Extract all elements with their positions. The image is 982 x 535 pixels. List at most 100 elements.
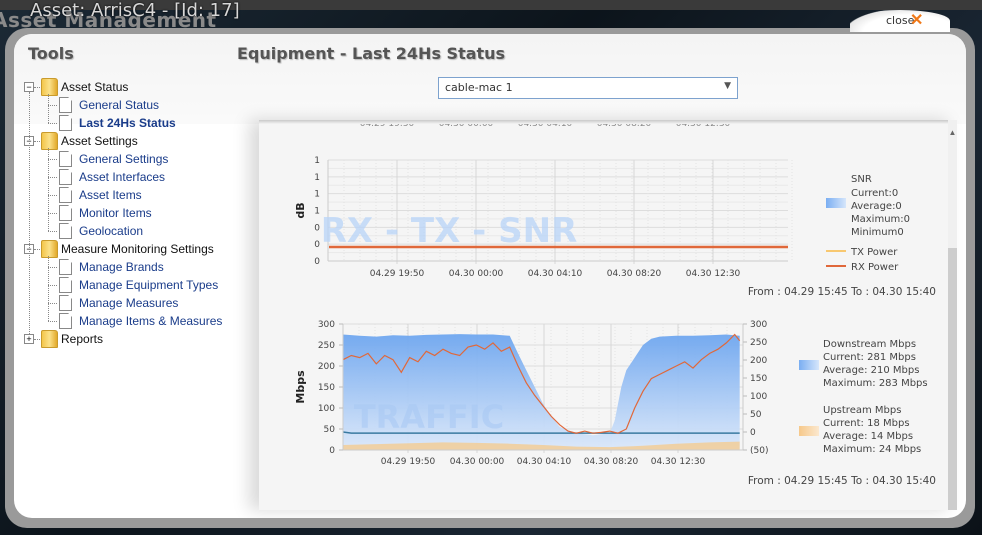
tree-item-label: Asset Items (79, 188, 142, 202)
tree-node-measure-monitoring-settings[interactable]: − Measure Monitoring Settings (24, 240, 244, 258)
tree-item-asset-items[interactable]: Asset Items (24, 186, 244, 204)
upstream-legend-swatch (799, 426, 819, 436)
chart2-right-tick-label: 0 (750, 428, 756, 438)
tree-connector (48, 267, 57, 268)
tree-item-label: Manage Brands (79, 260, 164, 274)
tree-item-general-status[interactable]: General Status (24, 96, 244, 114)
chart1-y-tick-label: 1 (314, 190, 320, 200)
document-icon (59, 313, 72, 329)
snr-legend-minimum: Minimum0 (851, 227, 904, 238)
chart2-x-tick-label: 04.30 04:10 (517, 457, 572, 467)
document-icon (59, 205, 72, 221)
scroll-thumb[interactable] (948, 248, 957, 510)
downstream-legend-maximum: Maximum: 283 Mbps (823, 378, 928, 389)
tree-item-manage-measures[interactable]: Manage Measures (24, 294, 244, 312)
chart2-x-tick-label: 04.30 08:20 (584, 457, 639, 467)
document-icon (59, 151, 72, 167)
document-icon (59, 115, 72, 131)
chart2-right-tick-label: 50 (750, 410, 762, 420)
chart2-right-tick-label: 100 (750, 392, 767, 402)
tree-item-last-24hs-status[interactable]: Last 24Hs Status (24, 114, 244, 132)
document-icon (59, 187, 72, 203)
chart2-left-tick-label: 50 (324, 425, 336, 435)
tree-node-label: Asset Settings (61, 134, 138, 148)
tree-item-manage-brands[interactable]: Manage Brands (24, 258, 244, 276)
chart2-right-tick-label: 150 (750, 374, 767, 384)
tree-connector (48, 195, 57, 196)
chart1-y-axis-title: dB (294, 202, 307, 218)
chart2-left-tick-label: 300 (318, 320, 335, 330)
chart2-right-tick-label: (50) (750, 446, 768, 456)
chart2-left-tick-label: 150 (318, 383, 335, 393)
tree-connector (48, 321, 57, 322)
chart2-right-tick-label: 300 (750, 320, 767, 330)
tree-node-reports[interactable]: + Reports (24, 330, 244, 348)
close-button[interactable]: close ✕ (850, 10, 950, 32)
chart2-x-tick-label: 04.30 00:00 (450, 457, 505, 467)
upstream-legend-average: Average: 14 Mbps (823, 431, 913, 442)
rx-power-legend-label: RX Power (851, 262, 899, 273)
window-title: Asset: ArrisC4 - [Id: 17] (30, 0, 240, 21)
tree-item-asset-interfaces[interactable]: Asset Interfaces (24, 168, 244, 186)
chart1-y-tick-label: 1 (314, 173, 320, 183)
upstream-legend-maximum: Maximum: 24 Mbps (823, 444, 921, 455)
folder-icon (41, 330, 58, 348)
chart2-left-tick-label: 100 (318, 404, 335, 414)
downstream-legend-swatch (799, 360, 819, 370)
tree-item-label: Manage Measures (79, 296, 179, 310)
expand-plus-icon[interactable]: + (24, 334, 34, 344)
tree-item-geolocation[interactable]: Geolocation (24, 222, 244, 240)
document-icon (59, 97, 72, 113)
tree-item-label: Last 24Hs Status (79, 116, 176, 130)
tree-connector (34, 339, 40, 340)
chart2-right-tick-label: 250 (750, 338, 767, 348)
chart1-x-tick-label: 04.30 08:20 (607, 269, 662, 279)
tree-node-asset-settings[interactable]: − Asset Settings (24, 132, 244, 150)
tree-connector (48, 123, 57, 124)
tools-title: Tools (28, 44, 74, 63)
interface-select[interactable]: cable-mac 1 ▼ (438, 77, 738, 99)
vertical-scrollbar[interactable]: ▲ (948, 120, 957, 510)
upstream-legend-current: Current: 18 Mbps (823, 418, 910, 429)
chart1-y-tick-label: 0 (314, 240, 320, 250)
tree-item-manage-equipment-types[interactable]: Manage Equipment Types (24, 276, 244, 294)
tree-item-manage-items-measures[interactable]: Manage Items & Measures (24, 312, 244, 330)
tree-connector (48, 105, 57, 106)
chart2-x-tick-label: 04.30 12:30 (651, 457, 706, 467)
chart1-y-tick-label: 0 (314, 223, 320, 233)
close-x-icon: ✕ (910, 12, 924, 29)
tree-node-label: Reports (61, 332, 104, 346)
scroll-up-arrow-icon[interactable]: ▲ (948, 128, 957, 137)
chart2-left-tick-label: 250 (318, 341, 335, 351)
chart2-x-tick-label: 04.29 19:50 (381, 457, 436, 467)
downstream-legend-average: Average: 210 Mbps (823, 365, 919, 376)
snr-legend-maximum: Maximum:0 (851, 214, 910, 225)
tree-item-label: Monitor Items (79, 206, 152, 220)
tree-connector (48, 303, 57, 304)
tree-connector (48, 159, 57, 160)
chart2-right-tick-label: 200 (750, 356, 767, 366)
chart1-y-tick-label: 1 (314, 207, 320, 217)
snr-legend-title: SNR (851, 174, 872, 185)
tree-item-label: General Status (79, 98, 160, 112)
collapse-minus-icon[interactable]: − (24, 82, 34, 92)
tree-item-general-settings[interactable]: General Settings (24, 150, 244, 168)
chevron-down-icon: ▼ (724, 81, 731, 91)
tree-node-asset-status[interactable]: − Asset Status (24, 78, 244, 96)
tree-connector (48, 213, 57, 214)
tree-item-label: Manage Equipment Types (79, 278, 219, 292)
downstream-legend-title: Downstream Mbps (823, 339, 916, 350)
chart1-x-tick-label: 04.30 00:00 (449, 269, 504, 279)
tree-item-label: Asset Interfaces (79, 170, 166, 184)
tree-connector (48, 231, 57, 232)
content-title: Equipment - Last 24Hs Status (237, 44, 506, 63)
charts-svg: 04.29 19:50 04.30 00:00 04.30 04:10 04.30 0… (294, 120, 936, 487)
tree-connector (34, 87, 40, 88)
tree-root-line (29, 92, 30, 334)
chart1-watermark-title: RX - TX - SNR (321, 211, 578, 251)
document-icon (59, 277, 72, 293)
tree-item-monitor-items[interactable]: Monitor Items (24, 204, 244, 222)
chart2-left-tick-label: 200 (318, 362, 335, 372)
tree-item-label: Manage Items & Measures (79, 314, 223, 328)
tree-branch-line (48, 256, 49, 321)
